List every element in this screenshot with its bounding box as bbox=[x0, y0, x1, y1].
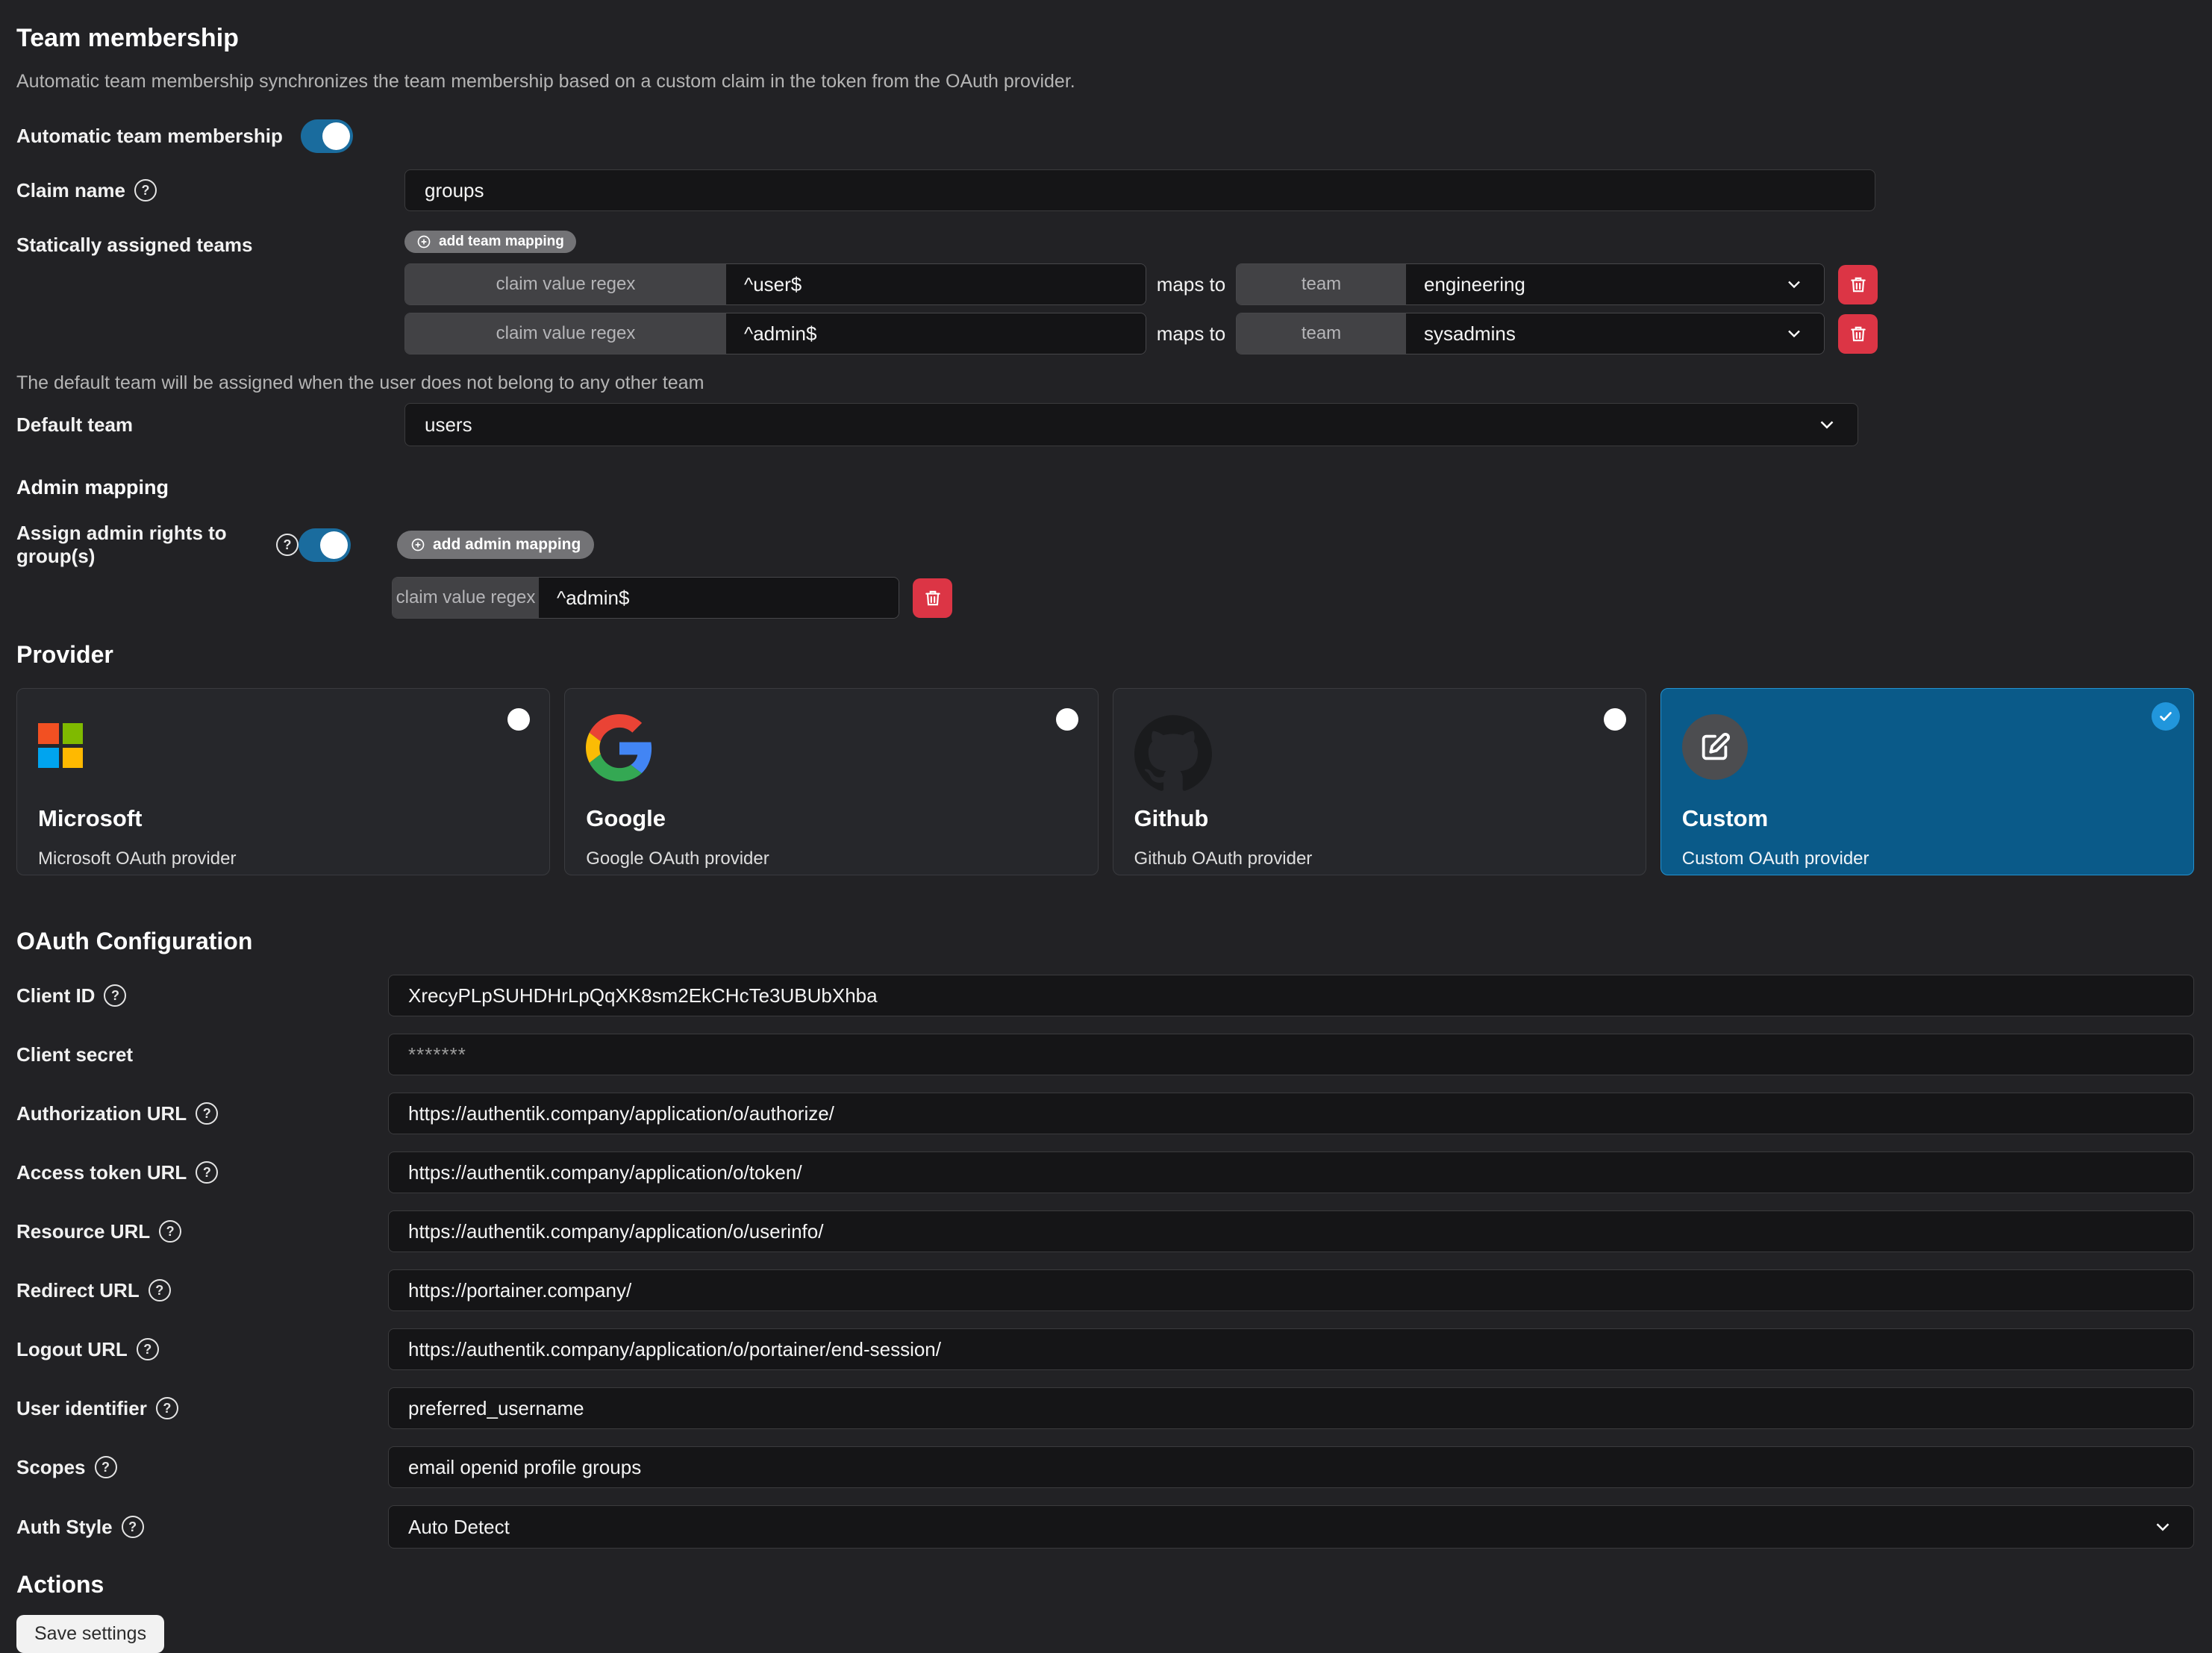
regex-value-input[interactable]: ^user$ bbox=[726, 264, 1146, 304]
chevron-down-icon bbox=[1784, 274, 1805, 295]
team-select[interactable]: engineering bbox=[1406, 264, 1824, 304]
provider-card-description: Google OAuth provider bbox=[586, 849, 1076, 869]
trash-icon bbox=[1849, 324, 1868, 343]
regex-field-label: claim value regex bbox=[405, 313, 726, 354]
chevron-down-icon bbox=[1816, 413, 1838, 436]
team-select[interactable]: sysadmins bbox=[1406, 313, 1824, 354]
auto-team-membership-label: Automatic team membership bbox=[16, 125, 283, 148]
provider-card-title: Microsoft bbox=[38, 805, 528, 832]
chevron-down-icon bbox=[2152, 1516, 2174, 1538]
client-id-input[interactable] bbox=[388, 975, 2194, 1016]
client-id-label: Client ID bbox=[16, 984, 95, 1007]
provider-card-microsoft[interactable]: Microsoft Microsoft OAuth provider bbox=[16, 688, 550, 875]
delete-mapping-button[interactable] bbox=[913, 578, 952, 618]
radio-unselected-icon[interactable] bbox=[1604, 708, 1626, 731]
toggle-knob bbox=[322, 122, 350, 150]
team-field-label: team bbox=[1237, 264, 1406, 304]
provider-card-google[interactable]: Google Google OAuth provider bbox=[564, 688, 1098, 875]
user-identifier-label: User identifier bbox=[16, 1397, 147, 1420]
add-team-mapping-button[interactable]: add team mapping bbox=[404, 231, 576, 253]
page-title: Team membership bbox=[16, 24, 2194, 53]
team-mapping-row: claim value regex ^admin$ maps to team s… bbox=[404, 313, 2194, 354]
admin-mapping-row: claim value regex ^admin$ bbox=[392, 577, 2194, 619]
plus-circle-icon bbox=[410, 537, 425, 552]
resource-url-input[interactable] bbox=[388, 1210, 2194, 1252]
provider-card-description: Github OAuth provider bbox=[1134, 849, 1625, 869]
help-icon[interactable] bbox=[95, 1456, 117, 1478]
toggle-knob bbox=[320, 531, 348, 559]
auto-team-membership-toggle[interactable] bbox=[301, 119, 353, 153]
add-admin-mapping-button[interactable]: add admin mapping bbox=[397, 531, 594, 559]
regex-field-label: claim value regex bbox=[393, 578, 539, 618]
default-team-note: The default team will be assigned when t… bbox=[16, 372, 2194, 394]
help-icon[interactable] bbox=[137, 1338, 159, 1360]
help-icon[interactable] bbox=[122, 1516, 144, 1538]
provider-card-title: Custom bbox=[1682, 805, 2172, 832]
default-team-label: Default team bbox=[16, 413, 404, 437]
selected-check-icon bbox=[2152, 702, 2180, 731]
redirect-url-input[interactable] bbox=[388, 1269, 2194, 1311]
microsoft-logo-icon bbox=[38, 723, 83, 768]
access-token-url-label: Access token URL bbox=[16, 1161, 187, 1184]
provider-card-description: Custom OAuth provider bbox=[1682, 849, 2172, 869]
provider-title: Provider bbox=[16, 641, 2194, 669]
resource-url-label: Resource URL bbox=[16, 1220, 150, 1243]
default-team-select[interactable]: users bbox=[404, 403, 1858, 446]
team-mapping-row: claim value regex ^user$ maps to team en… bbox=[404, 263, 2194, 305]
help-icon[interactable] bbox=[196, 1102, 218, 1125]
section-description: Automatic team membership synchronizes t… bbox=[16, 71, 2194, 93]
client-secret-input[interactable] bbox=[388, 1034, 2194, 1075]
save-settings-button[interactable]: Save settings bbox=[16, 1615, 164, 1653]
regex-value-input[interactable]: ^admin$ bbox=[726, 313, 1146, 354]
help-icon[interactable] bbox=[104, 984, 126, 1007]
assign-admin-toggle[interactable] bbox=[299, 528, 351, 562]
regex-value-input[interactable]: ^admin$ bbox=[539, 578, 899, 618]
help-icon[interactable] bbox=[149, 1279, 171, 1302]
client-secret-label: Client secret bbox=[16, 1043, 133, 1066]
static-teams-label: Statically assigned teams bbox=[16, 231, 404, 257]
trash-icon bbox=[1849, 275, 1868, 294]
provider-card-title: Github bbox=[1134, 805, 1625, 832]
radio-unselected-icon[interactable] bbox=[1056, 708, 1078, 731]
logout-url-input[interactable] bbox=[388, 1328, 2194, 1370]
plus-circle-icon bbox=[416, 234, 431, 249]
authorization-url-input[interactable] bbox=[388, 1093, 2194, 1134]
claim-name-input[interactable] bbox=[404, 169, 1875, 211]
user-identifier-input[interactable] bbox=[388, 1387, 2194, 1429]
auth-style-select[interactable]: Auto Detect bbox=[388, 1505, 2194, 1549]
help-icon[interactable] bbox=[276, 534, 299, 556]
delete-mapping-button[interactable] bbox=[1838, 265, 1878, 304]
custom-edit-icon bbox=[1682, 714, 1748, 780]
maps-to-label: maps to bbox=[1146, 273, 1236, 296]
provider-card-description: Microsoft OAuth provider bbox=[38, 849, 528, 869]
provider-card-custom[interactable]: Custom Custom OAuth provider bbox=[1660, 688, 2194, 875]
oauth-configuration-title: OAuth Configuration bbox=[16, 928, 2194, 955]
admin-mapping-title: Admin mapping bbox=[16, 476, 2194, 499]
redirect-url-label: Redirect URL bbox=[16, 1279, 140, 1302]
provider-card-title: Google bbox=[586, 805, 1076, 832]
delete-mapping-button[interactable] bbox=[1838, 314, 1878, 354]
trash-icon bbox=[923, 588, 943, 607]
help-icon[interactable] bbox=[196, 1161, 218, 1184]
help-icon[interactable] bbox=[134, 179, 157, 201]
scopes-input[interactable] bbox=[388, 1446, 2194, 1488]
chevron-down-icon bbox=[1784, 323, 1805, 344]
auth-style-label: Auth Style bbox=[16, 1516, 113, 1539]
help-icon[interactable] bbox=[156, 1397, 178, 1419]
regex-field-label: claim value regex bbox=[405, 264, 726, 304]
scopes-label: Scopes bbox=[16, 1456, 86, 1479]
maps-to-label: maps to bbox=[1146, 322, 1236, 346]
assign-admin-label: Assign admin rights to group(s) bbox=[16, 522, 267, 568]
claim-name-label: Claim name bbox=[16, 179, 125, 202]
logout-url-label: Logout URL bbox=[16, 1338, 128, 1361]
github-logo-icon bbox=[1134, 714, 1212, 792]
authorization-url-label: Authorization URL bbox=[16, 1102, 187, 1125]
provider-card-github[interactable]: Github Github OAuth provider bbox=[1113, 688, 1646, 875]
google-logo-icon bbox=[586, 714, 653, 781]
team-field-label: team bbox=[1237, 313, 1406, 354]
help-icon[interactable] bbox=[159, 1220, 181, 1243]
provider-cards: Microsoft Microsoft OAuth provider Googl… bbox=[16, 688, 2194, 875]
access-token-url-input[interactable] bbox=[388, 1152, 2194, 1193]
